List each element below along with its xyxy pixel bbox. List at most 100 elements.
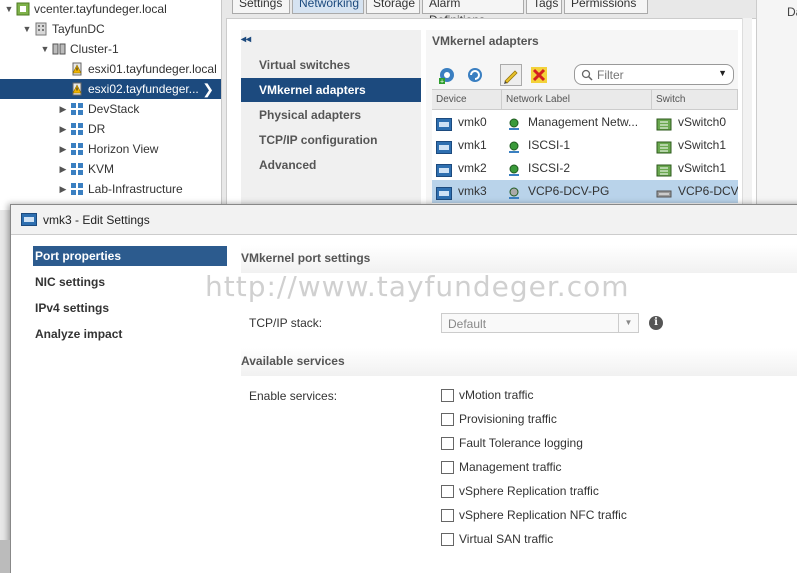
service-checkbox[interactable] (441, 533, 454, 546)
tree-item[interactable]: ▶ DR (0, 119, 221, 139)
device-name: vmk1 (458, 138, 487, 152)
collapse-toggle-icon[interactable]: ▼ (22, 19, 32, 39)
refresh-icon[interactable] (464, 64, 486, 86)
tree-item[interactable]: ▶ KVM (0, 159, 221, 179)
tab-networking[interactable]: Networking (292, 0, 364, 14)
vmkernel-adapters-panel: VMkernel adapters + ▼ Device Network Lab… (426, 30, 738, 206)
network-label-cell: Management Netw... (502, 111, 652, 134)
section-vmkernel-port-settings: VMkernel port settings (241, 245, 797, 273)
tree-item-label: KVM (88, 162, 115, 176)
service-option[interactable]: vSphere Replication NFC traffic (441, 508, 681, 524)
remove-icon[interactable] (528, 64, 550, 86)
nav-virtual-switches[interactable]: Virtual switches (241, 53, 421, 77)
tab-settings[interactable]: Settings (232, 0, 290, 14)
info-icon[interactable]: i (649, 316, 663, 330)
column-header-network-label[interactable]: Network Label (502, 90, 652, 110)
service-checkbox[interactable] (441, 389, 454, 402)
nav-advanced[interactable]: Advanced (241, 153, 421, 177)
table-row[interactable]: vmk3 VCP6-DCV-PG VCP6-DCV (432, 180, 738, 203)
tab-tags[interactable]: Tags (526, 0, 562, 14)
column-header-device[interactable]: Device (432, 90, 502, 110)
device-name: vmk2 (458, 161, 487, 175)
expand-toggle-icon[interactable]: ▶ (58, 159, 68, 179)
nav-vmkernel-adapters[interactable]: VMkernel adapters (241, 78, 421, 102)
filter-box[interactable]: ▼ (574, 64, 734, 85)
switch-cell: vSwitch0 (652, 111, 738, 134)
service-option[interactable]: Virtual SAN traffic (441, 532, 681, 548)
network-label: ISCSI-2 (528, 161, 571, 175)
tree-item[interactable]: ▶ Lab-Infrastructure (0, 179, 221, 199)
distributed-switch-icon (656, 185, 672, 198)
service-option[interactable]: Management traffic (441, 460, 681, 476)
tree-item-label: esxi01.tayfundeger.local (88, 62, 217, 76)
switch-name: VCP6-DCV (678, 184, 738, 198)
tree-item[interactable]: ▼ vcenter.tayfundeger.local (0, 0, 221, 19)
service-checkbox[interactable] (441, 437, 454, 450)
service-option[interactable]: vMotion traffic (441, 388, 681, 404)
portgroup-icon (506, 139, 522, 153)
vmkernel-adapter-icon (436, 116, 452, 131)
expand-toggle-icon[interactable] (58, 59, 68, 79)
tree-item[interactable]: ▼ TayfunDC (0, 19, 221, 39)
side-nav-analyze-impact[interactable]: Analyze impact (33, 324, 227, 344)
tree-item[interactable]: ▶ DevStack (0, 99, 221, 119)
nav-tcp-ip-configuration[interactable]: TCP/IP configuration (241, 128, 421, 152)
tab-storage[interactable]: Storage (366, 0, 420, 14)
switch-name: vSwitch1 (678, 161, 727, 175)
expand-toggle-icon[interactable] (58, 79, 68, 99)
dialog-title-bar[interactable]: vmk3 - Edit Settings (11, 205, 797, 235)
tree-item[interactable]: esxi01.tayfundeger.local (0, 59, 221, 79)
service-checkbox[interactable] (441, 461, 454, 474)
watermark-text: http://www.tayfundeger.com (205, 270, 630, 303)
tree-item[interactable]: esxi02.tayfundeger... ❯ (0, 79, 221, 99)
table-row[interactable]: vmk0 Management Netw... vSwitch0 (432, 111, 738, 134)
table-row[interactable]: vmk2 ISCSI-2 vSwitch1 (432, 157, 738, 180)
side-nav-port-properties[interactable]: Port properties (33, 246, 227, 266)
service-checkbox[interactable] (441, 413, 454, 426)
expand-toggle-icon[interactable]: ▶ (58, 139, 68, 159)
tree-item-label: Horizon View (88, 142, 159, 156)
service-label: Virtual SAN traffic (459, 532, 554, 546)
nav-physical-adapters[interactable]: Physical adapters (241, 103, 421, 127)
content-scrollbar[interactable] (742, 18, 752, 208)
filter-dropdown-icon[interactable]: ▼ (718, 68, 727, 78)
chevron-right-icon[interactable]: ❯ (202, 79, 214, 99)
filter-input[interactable] (597, 67, 717, 82)
collapse-toggle-icon[interactable]: ▼ (40, 39, 50, 59)
switch-cell: vSwitch1 (652, 134, 738, 157)
edit-settings-icon[interactable] (500, 64, 522, 86)
expand-toggle-icon[interactable]: ▶ (58, 179, 68, 199)
expand-toggle-icon[interactable]: ▶ (58, 119, 68, 139)
collapse-toggle-icon[interactable]: ▼ (4, 0, 14, 19)
tree-item[interactable]: ▶ Horizon View (0, 139, 221, 159)
service-option[interactable]: Provisioning traffic (441, 412, 681, 428)
vmkernel-adapter-icon (436, 185, 452, 200)
tab-permissions[interactable]: Permissions (564, 0, 648, 14)
table-row[interactable]: vmk1 ISCSI-1 vSwitch1 (432, 134, 738, 157)
service-option[interactable]: Fault Tolerance logging (441, 436, 681, 452)
virtual-switch-icon (656, 116, 672, 131)
service-checkbox[interactable] (441, 509, 454, 522)
vapp-icon (70, 122, 84, 136)
network-label: ISCSI-1 (528, 138, 571, 152)
cluster-icon (52, 42, 66, 56)
service-option[interactable]: vSphere Replication traffic (441, 484, 681, 500)
service-checkbox[interactable] (441, 485, 454, 498)
network-label: Management Netw... (528, 115, 639, 129)
expand-toggle-icon[interactable]: ▶ (58, 99, 68, 119)
service-label: vSphere Replication NFC traffic (459, 508, 627, 522)
portgroup-icon (506, 162, 522, 176)
side-nav-ipv4-settings[interactable]: IPv4 settings (33, 298, 227, 318)
tab-alarm-definitions[interactable]: Alarm Definitions (422, 0, 524, 27)
add-networking-icon[interactable]: + (436, 64, 458, 86)
section-available-services: Available services (241, 348, 797, 376)
tree-item[interactable]: ▼ Cluster-1 (0, 39, 221, 59)
tree-item-label: DevStack (88, 102, 140, 116)
collapse-nav-icon[interactable]: ◂◂ (241, 34, 251, 45)
side-nav-nic-settings[interactable]: NIC settings (33, 272, 227, 292)
host-warning-icon (70, 82, 84, 96)
vapp-icon (70, 142, 84, 156)
dialog-title: vmk3 - Edit Settings (43, 213, 150, 227)
column-header-switch[interactable]: Switch (652, 90, 738, 110)
network-label-cell: ISCSI-1 (502, 134, 652, 157)
